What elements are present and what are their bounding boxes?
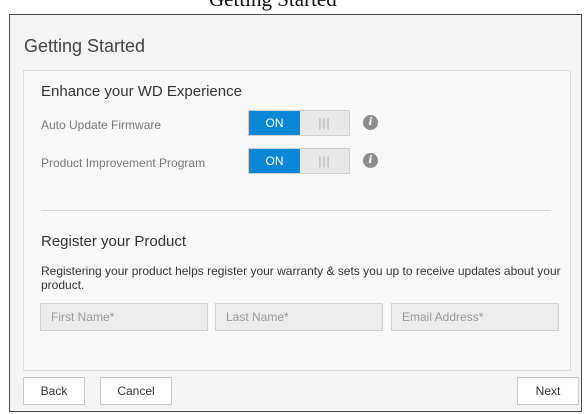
toggle-grip-icon: ||| — [318, 154, 331, 168]
dialog-title: Getting Started — [24, 36, 146, 56]
toggle-on-label: ON — [249, 149, 300, 173]
first-name-input[interactable] — [40, 303, 208, 331]
product-improvement-toggle[interactable]: ON ||| — [248, 148, 350, 174]
toggle-on-label: ON — [249, 111, 300, 135]
experience-section-title: Enhance your WD Experience — [41, 83, 242, 100]
next-button[interactable]: Next — [517, 377, 579, 405]
register-section-title: Register your Product — [41, 233, 187, 250]
getting-started-dialog: Getting Started Enhance your WD Experien… — [9, 14, 582, 412]
last-name-input[interactable] — [215, 303, 383, 331]
auto-update-info-icon[interactable]: i — [363, 115, 378, 130]
register-description: Registering your product helps register … — [41, 264, 561, 292]
cancel-button[interactable]: Cancel — [100, 377, 172, 405]
section-divider — [41, 210, 551, 211]
page-header-text: Getting Started — [209, 0, 337, 12]
email-address-input[interactable] — [391, 303, 559, 331]
auto-update-firmware-label: Auto Update Firmware — [41, 118, 162, 132]
toggle-grip-icon: ||| — [318, 116, 331, 130]
auto-update-firmware-toggle[interactable]: ON ||| — [248, 110, 350, 136]
back-button[interactable]: Back — [23, 377, 85, 405]
product-improvement-label: Product Improvement Program — [41, 156, 206, 170]
product-improvement-info-icon[interactable]: i — [363, 153, 378, 168]
page-header: Getting Started — [0, 0, 584, 14]
dialog-content-panel: Enhance your WD Experience Auto Update F… — [23, 70, 571, 371]
